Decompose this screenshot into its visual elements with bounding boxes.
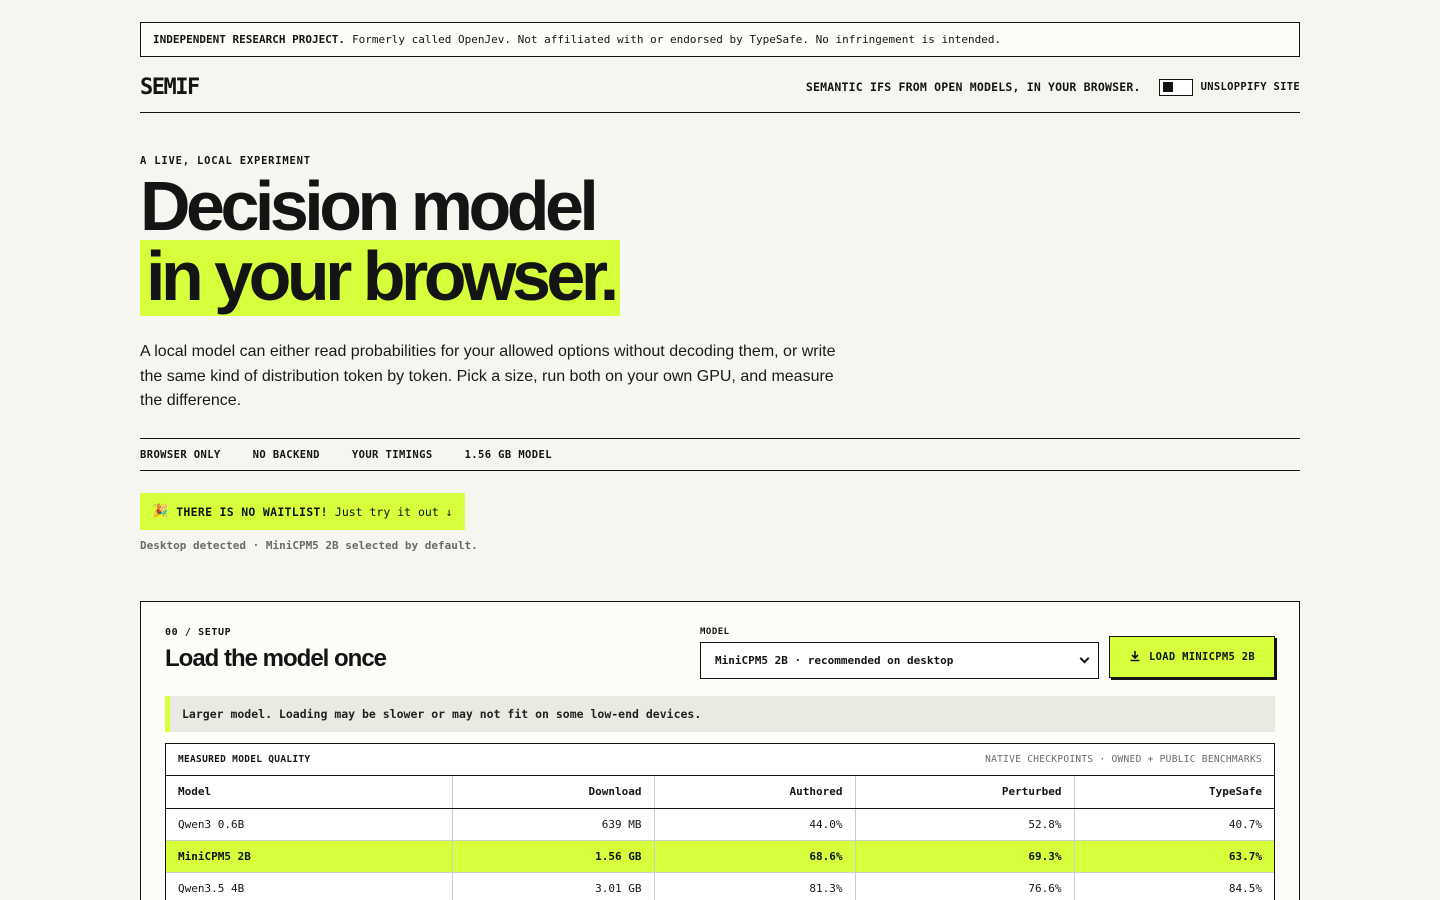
model-size-note: Larger model. Loading may be slower or m… xyxy=(165,696,1275,732)
table-cell: 81.3% xyxy=(654,872,856,900)
disclaimer-banner: INDEPENDENT RESEARCH PROJECT. Formerly c… xyxy=(140,22,1300,57)
hero-title-line1: Decision model xyxy=(140,167,599,245)
load-model-label: LOAD MINICPM5 2B xyxy=(1149,651,1255,663)
setup-title: Load the model once xyxy=(165,645,387,672)
column-header: Download xyxy=(452,776,655,809)
facts-strip: BROWSER ONLY NO BACKEND YOUR TIMINGS 1.5… xyxy=(140,438,1300,471)
device-detected-text: Desktop detected · MiniCPM5 2B selected … xyxy=(140,539,478,552)
model-quality-table: MEASURED MODEL QUALITY NATIVE CHECKPOINT… xyxy=(165,743,1275,900)
table-cell: 68.6% xyxy=(654,840,856,873)
load-model-button[interactable]: LOAD MINICPM5 2B xyxy=(1109,636,1275,678)
table-cell: 69.3% xyxy=(855,840,1075,873)
site-header: SEMIF SEMANTIC IFS FROM OPEN MODELS, IN … xyxy=(140,62,1300,113)
table-cell: 76.6% xyxy=(855,872,1075,900)
toggle-label[interactable]: UNSLOPPIFY SITE xyxy=(1201,81,1300,93)
quality-table-header: MEASURED MODEL QUALITY NATIVE CHECKPOINT… xyxy=(166,744,1274,776)
table-row[interactable]: Qwen3.5 4B 3.01 GB 81.3% 76.6% 84.5% xyxy=(166,872,1274,900)
header-tagline: SEMANTIC IFS FROM OPEN MODELS, IN YOUR B… xyxy=(805,80,1141,94)
model-select[interactable]: MiniCPM5 2B · recommended on desktop xyxy=(700,642,1099,679)
column-header: Authored xyxy=(654,776,856,809)
table-cell: 44.0% xyxy=(654,808,856,841)
fact-item: 1.56 GB MODEL xyxy=(464,448,552,461)
model-label: MODEL xyxy=(700,627,730,637)
disclaimer-bold: INDEPENDENT RESEARCH PROJECT. xyxy=(153,33,346,46)
table-cell: Qwen3.5 4B xyxy=(166,872,453,900)
hero-title: Decision model in your browser. xyxy=(140,167,1300,316)
table-row-selected[interactable]: MiniCPM5 2B 1.56 GB 68.6% 69.3% 63.7% xyxy=(166,840,1274,873)
unsloppify-toggle[interactable] xyxy=(1158,78,1193,96)
hero-eyebrow: A LIVE, LOCAL EXPERIMENT xyxy=(140,155,311,167)
table-cell: MiniCPM5 2B xyxy=(166,840,453,873)
hero-title-line2: in your browser. xyxy=(140,240,620,316)
download-icon xyxy=(1129,650,1141,665)
party-icon: 🎉 xyxy=(152,504,169,519)
table-cell: 63.7% xyxy=(1074,840,1274,873)
quality-table-title: MEASURED MODEL QUALITY xyxy=(178,754,311,765)
waitlist-bold: THERE IS NO WAITLIST! xyxy=(176,504,328,519)
table-cell: Qwen3 0.6B xyxy=(166,808,453,841)
column-header: Model xyxy=(166,776,453,809)
fact-item: NO BACKEND xyxy=(252,448,320,461)
hero-lede: A local model can either read probabilit… xyxy=(140,343,836,409)
table-header-row: Model Download Authored Perturbed TypeSa… xyxy=(166,776,1274,809)
site-logo[interactable]: SEMIF xyxy=(140,75,200,100)
table-cell: 1.56 GB xyxy=(452,840,655,873)
fact-item: YOUR TIMINGS xyxy=(351,448,433,461)
table-row[interactable]: Qwen3 0.6B 639 MB 44.0% 52.8% 40.7% xyxy=(166,808,1274,841)
quality-table-subtitle: NATIVE CHECKPOINTS · OWNED + PUBLIC BENC… xyxy=(985,754,1262,765)
column-header: Perturbed xyxy=(855,776,1075,809)
table-cell: 52.8% xyxy=(855,808,1075,841)
fact-item: BROWSER ONLY xyxy=(140,448,221,461)
table-cell: 3.01 GB xyxy=(452,872,655,900)
header-right: SEMANTIC IFS FROM OPEN MODELS, IN YOUR B… xyxy=(805,78,1300,96)
no-waitlist-button[interactable]: 🎉 THERE IS NO WAITLIST! Just try it out … xyxy=(140,493,465,530)
chevron-down-icon xyxy=(1079,653,1090,664)
setup-card: 00 / SETUP Load the model once MODEL Min… xyxy=(140,601,1300,900)
column-header: TypeSafe xyxy=(1074,776,1274,809)
setup-eyebrow: 00 / SETUP xyxy=(165,627,232,638)
table-cell: 40.7% xyxy=(1074,808,1274,841)
model-select-value: MiniCPM5 2B · recommended on desktop xyxy=(715,654,954,667)
table-cell: 84.5% xyxy=(1074,872,1274,900)
waitlist-text: Just try it out ↓ xyxy=(334,504,453,519)
table-cell: 639 MB xyxy=(452,808,655,841)
toggle-knob xyxy=(1162,81,1173,92)
disclaimer-text: Formerly called OpenJev. Not affiliated … xyxy=(352,33,1002,46)
